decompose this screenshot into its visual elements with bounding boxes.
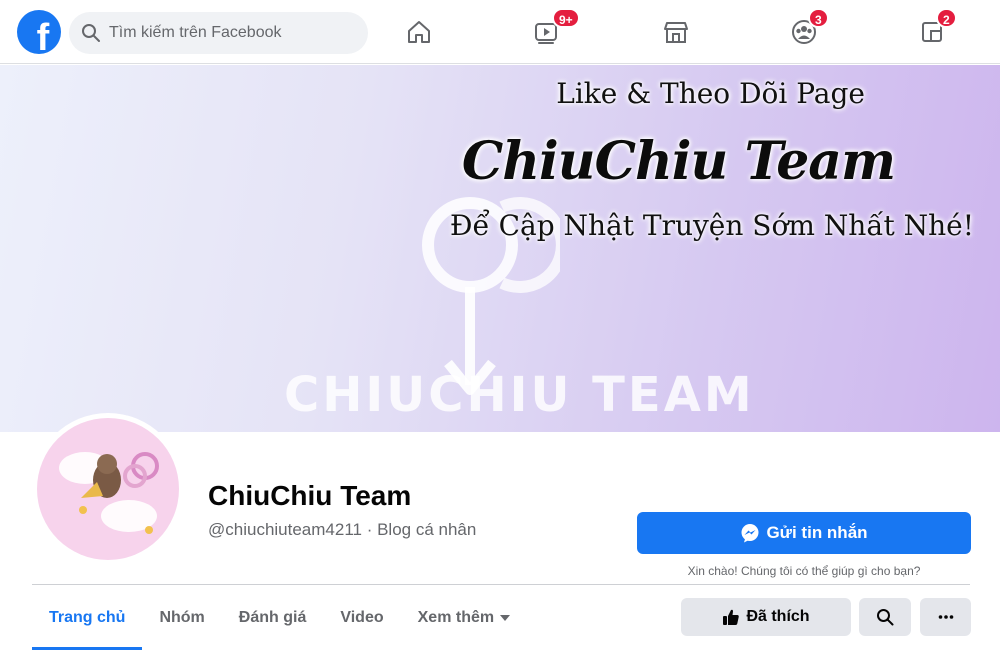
tab-more[interactable]: Xem thêm bbox=[401, 590, 527, 646]
marketplace-icon bbox=[664, 22, 688, 43]
tab-groups[interactable]: Nhóm bbox=[142, 590, 221, 646]
facebook-logo[interactable]: f bbox=[17, 10, 61, 54]
profile-avatar[interactable] bbox=[32, 413, 184, 565]
cover-text-line-1: Like & Theo Dõi Page bbox=[556, 77, 865, 110]
groups-badge: 3 bbox=[808, 8, 829, 28]
gaming-badge: 2 bbox=[936, 8, 957, 28]
chevron-down-icon bbox=[500, 615, 511, 621]
cover-watermark: CHIUCHIU TEAM bbox=[284, 367, 755, 423]
header-divider bbox=[32, 584, 970, 585]
tab-groups-label: Nhóm bbox=[159, 609, 205, 626]
page-search-button[interactable] bbox=[859, 598, 911, 636]
message-hint: Xin chào! Chúng tôi có thể giúp gì cho b… bbox=[687, 564, 921, 578]
tab-video-label: Video bbox=[340, 609, 384, 626]
search-icon bbox=[877, 609, 894, 626]
nav-gaming[interactable]: 2 bbox=[912, 8, 957, 52]
search-box[interactable] bbox=[69, 12, 368, 54]
cover-text-line-2: ChiuChiu Team bbox=[461, 131, 896, 192]
nav-marketplace[interactable] bbox=[656, 12, 696, 52]
tab-home[interactable]: Trang chủ bbox=[32, 590, 143, 650]
more-options-button[interactable] bbox=[920, 598, 971, 636]
facebook-page: f 9+ bbox=[0, 0, 1000, 652]
avatar-image bbox=[37, 418, 179, 560]
nav-home[interactable] bbox=[399, 12, 439, 52]
home-icon bbox=[408, 21, 430, 43]
thumbs-up-icon bbox=[723, 609, 740, 625]
avatar-illustration bbox=[59, 452, 159, 534]
tab-reviews[interactable]: Đánh giá bbox=[222, 590, 324, 646]
search-input[interactable] bbox=[109, 24, 349, 42]
cover-text-line-3: Để Cập Nhật Truyện Sớm Nhất Nhé! bbox=[449, 209, 974, 242]
send-message-button[interactable]: Gửi tin nhắn bbox=[637, 512, 971, 554]
liked-button[interactable]: Đã thích bbox=[681, 598, 851, 636]
page-tabs: Trang chủ Nhóm Đánh giá Video Xem thêm bbox=[32, 590, 527, 652]
page-title: ChiuChiu Team bbox=[208, 480, 412, 511]
page-handle-category: @chiuchiuteam4211 · Blog cá nhân bbox=[208, 520, 477, 539]
nav-groups[interactable]: 3 bbox=[784, 8, 829, 52]
facebook-logo-letter: f bbox=[36, 17, 50, 54]
nav-watch[interactable]: 9+ bbox=[527, 8, 580, 52]
send-message-label: Gửi tin nhắn bbox=[766, 523, 868, 542]
tab-video[interactable]: Video bbox=[323, 590, 400, 646]
tab-more-label: Xem thêm bbox=[417, 609, 495, 626]
tab-reviews-label: Đánh giá bbox=[238, 609, 307, 626]
top-navigation-bar: f 9+ bbox=[0, 0, 1000, 64]
cover-photo[interactable]: CHIUCHIU TEAM Like & Theo Dõi Page ChiuC… bbox=[0, 65, 1000, 432]
liked-label: Đã thích bbox=[746, 608, 810, 625]
search-icon bbox=[82, 24, 100, 42]
watch-badge: 9+ bbox=[552, 8, 580, 28]
messenger-icon bbox=[741, 524, 759, 543]
ellipsis-icon bbox=[938, 615, 953, 619]
tab-home-label: Trang chủ bbox=[49, 609, 126, 626]
